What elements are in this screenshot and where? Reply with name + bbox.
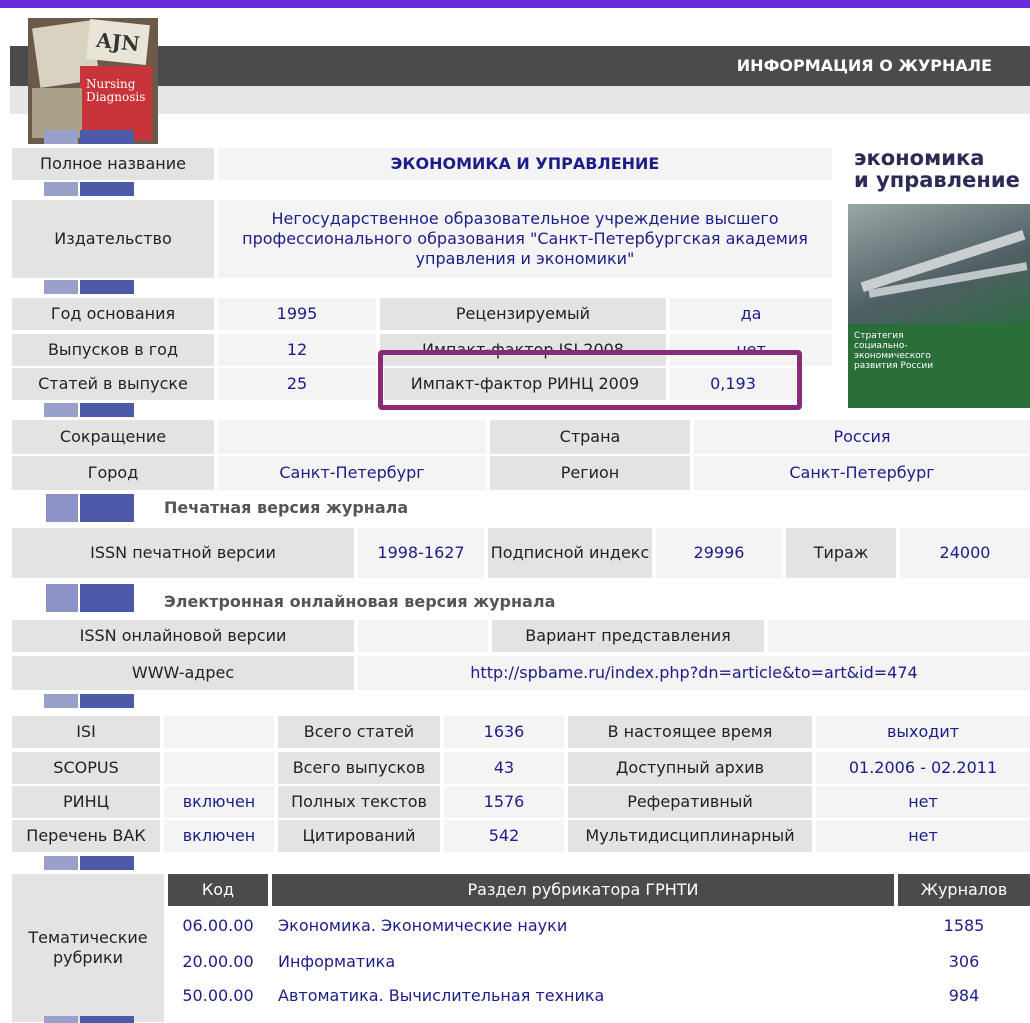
stat-value: 43 <box>444 752 564 784</box>
stat-value: 1576 <box>444 786 564 818</box>
circulation-label: Тираж <box>786 528 896 578</box>
stat-label: Всего выпусков <box>278 752 440 784</box>
rubrics-label: Тематические рубрики <box>12 874 164 1022</box>
index-db-value: включен <box>164 820 274 852</box>
property-value: выходит <box>816 716 1030 748</box>
index-db-label: SCOPUS <box>12 752 160 784</box>
city-label: Город <box>12 456 214 490</box>
subscription-index-label: Подписной индекс <box>488 528 652 578</box>
circulation-value: 24000 <box>900 528 1030 578</box>
articles-value: 25 <box>218 368 376 400</box>
subscription-index-value: 29996 <box>656 528 782 578</box>
decor-square <box>44 403 78 417</box>
region-label: Регион <box>490 456 690 490</box>
property-label: Реферативный <box>568 786 812 818</box>
header-subbar <box>10 86 1030 114</box>
rubric-code[interactable]: 50.00.00 <box>168 980 268 1012</box>
property-label: Доступный архив <box>568 752 812 784</box>
issues-label: Выпусков в год <box>12 334 214 366</box>
section-marker <box>46 584 78 612</box>
abbr-value <box>218 420 486 454</box>
rubric-journal-count: 306 <box>948 952 980 971</box>
col-code-header: Код <box>168 874 268 906</box>
decor-square <box>44 280 78 294</box>
www-link[interactable]: http://spbame.ru/index.php?dn=article&to… <box>358 656 1030 690</box>
decor-square <box>80 1016 134 1023</box>
index-db-value <box>164 716 274 748</box>
rubric-section[interactable]: Экономика. Экономические науки <box>272 910 894 942</box>
journal-full-name: ЭКОНОМИКА И УПРАВЛЕНИЕ <box>218 148 832 180</box>
decor-square <box>80 130 134 144</box>
impact-factor-highlight <box>378 350 802 410</box>
publisher-value: Негосударственное образовательное учрежд… <box>218 200 832 278</box>
decor-square <box>80 694 134 708</box>
stat-label: Полных текстов <box>278 786 440 818</box>
rubric-code[interactable]: 20.00.00 <box>168 946 268 978</box>
decor-square <box>44 694 78 708</box>
rubric-journal-count: 984 <box>948 986 980 1005</box>
online-section-title: Электронная онлайновая версия журнала <box>164 592 556 611</box>
journal-cover-image: экономика и управление Стратегия социаль… <box>848 146 1030 408</box>
index-db-label: РИНЦ <box>12 786 160 818</box>
decor-square <box>44 1016 78 1023</box>
online-issn-label: ISSN онлайновой версии <box>12 620 354 652</box>
articles-label: Статей в выпуске <box>12 368 214 400</box>
online-issn-value <box>358 620 488 652</box>
www-label: WWW-адрес <box>12 656 354 690</box>
print-section-title: Печатная версия журнала <box>164 498 409 517</box>
index-db-label: ISI <box>12 716 160 748</box>
rubric-section[interactable]: Информатика <box>272 946 894 978</box>
journals-logo-image: AJN Nursing Diagnosis <box>28 18 158 144</box>
decor-square <box>80 280 134 294</box>
stat-value: 1636 <box>444 716 564 748</box>
col-section-header: Раздел рубрикатора ГРНТИ <box>272 874 894 906</box>
index-db-value: включен <box>164 786 274 818</box>
property-label: В настоящее время <box>568 716 812 748</box>
index-db-value <box>164 752 274 784</box>
rubric-section[interactable]: Автоматика. Вычислительная техника <box>272 980 894 1012</box>
reviewed-label: Рецензируемый <box>380 298 666 330</box>
country-value: Россия <box>694 420 1030 454</box>
founded-value: 1995 <box>218 298 376 330</box>
rubric-journal-count: 1585 <box>943 916 985 935</box>
decor-square <box>80 182 134 196</box>
decor-square <box>44 130 78 144</box>
print-issn-value: 1998-1627 <box>358 528 484 578</box>
index-db-label: Перечень ВАК <box>12 820 160 852</box>
reviewed-value: да <box>670 298 832 330</box>
rubric-code[interactable]: 06.00.00 <box>168 910 268 942</box>
stat-label: Всего статей <box>278 716 440 748</box>
section-marker <box>80 584 134 612</box>
decor-square <box>80 856 134 870</box>
property-label: Мультидисциплинарный <box>568 820 812 852</box>
property-value: 01.2006 - 02.2011 <box>816 752 1030 784</box>
decor-square <box>80 403 134 417</box>
full-name-label: Полное название <box>12 148 214 180</box>
abbr-label: Сокращение <box>12 420 214 454</box>
stat-value: 542 <box>444 820 564 852</box>
property-value: нет <box>816 820 1030 852</box>
stat-label: Цитирований <box>278 820 440 852</box>
section-marker <box>46 494 78 522</box>
city-value: Санкт-Петербург <box>218 456 486 490</box>
page-title: ИНФОРМАЦИЯ О ЖУРНАЛЕ <box>736 56 992 75</box>
top-accent-bar <box>0 0 1030 8</box>
decor-square <box>44 856 78 870</box>
founded-label: Год основания <box>12 298 214 330</box>
property-value: нет <box>816 786 1030 818</box>
issues-value: 12 <box>218 334 376 366</box>
section-marker <box>80 494 134 522</box>
decor-square <box>44 182 78 196</box>
print-issn-label: ISSN печатной версии <box>12 528 354 578</box>
col-journals-header: Журналов <box>898 874 1030 906</box>
variant-label: Вариант представления <box>492 620 764 652</box>
publisher-label: Издательство <box>12 200 214 278</box>
region-value: Санкт-Петербург <box>694 456 1030 490</box>
country-label: Страна <box>490 420 690 454</box>
variant-value <box>768 620 1030 652</box>
